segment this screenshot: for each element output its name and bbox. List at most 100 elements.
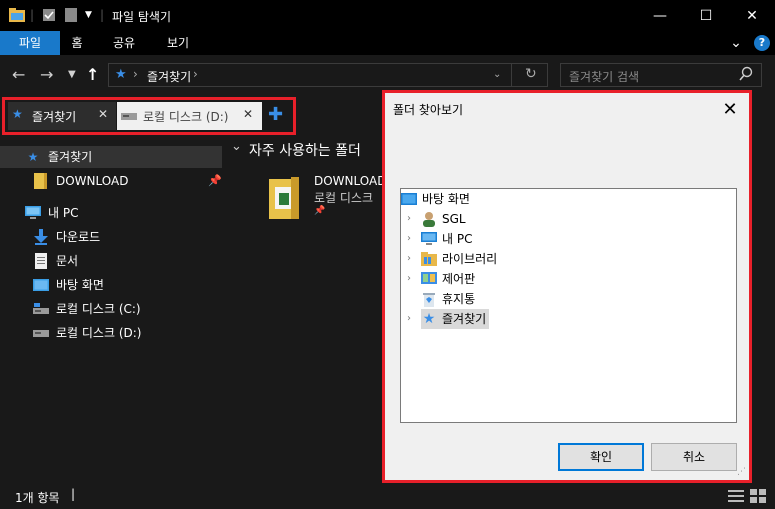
nav-item-label: DOWNLOAD [56, 174, 129, 188]
title-bar: | ▼ | 파일 탐색기 — ☐ ✕ [0, 0, 775, 31]
download-icon [32, 228, 50, 246]
folder-icon [269, 177, 299, 222]
expand-chevron-icon[interactable]: › [403, 249, 415, 269]
tab-share[interactable]: 공유 [106, 31, 142, 55]
recent-locations-chevron-icon[interactable]: ▼ [68, 69, 76, 80]
nav-item-download-folder[interactable]: DOWNLOAD 📌 [32, 170, 222, 192]
tree-item-desktop[interactable]: 바탕 화면 [401, 189, 470, 209]
library-icon [421, 251, 437, 267]
tree-item-recycle-bin[interactable]: 휴지통 [421, 289, 475, 309]
tree-item-label: 제어판 [442, 272, 476, 286]
status-bar: 1개 항목 | [0, 485, 775, 509]
tree-item-label: 바탕 화면 [422, 192, 470, 206]
pc-icon [24, 204, 42, 222]
new-folder-icon[interactable] [65, 8, 77, 25]
customize-qa-icon[interactable]: ▼ [85, 10, 92, 20]
search-icon[interactable] [739, 66, 753, 85]
expand-chevron-icon[interactable]: › [403, 209, 415, 229]
nav-item-downloads[interactable]: 다운로드 [32, 226, 100, 248]
nav-item-label: 바탕 화면 [56, 278, 104, 292]
divider: | [100, 8, 105, 22]
expand-chevron-icon[interactable]: › [403, 269, 415, 289]
desktop-icon [401, 191, 417, 207]
desktop-icon [32, 276, 50, 294]
frequent-folder-download[interactable]: DOWNLOAD 로컬 디스크 📌 [269, 174, 389, 225]
drive-icon [32, 324, 50, 342]
maximize-button[interactable]: ☐ [683, 0, 729, 31]
tree-item-favorites[interactable]: › ★ 즐겨찾기 [403, 309, 490, 329]
nav-item-desktop[interactable]: 바탕 화면 [32, 274, 104, 296]
details-view-icon[interactable] [728, 490, 744, 505]
nav-item-label: 즐겨찾기 [48, 150, 93, 164]
star-icon: ★ [115, 67, 127, 82]
pin-icon: 📌 [314, 206, 326, 216]
folder-location: 로컬 디스크 [314, 191, 374, 205]
expand-chevron-icon[interactable]: › [403, 229, 415, 249]
refresh-icon[interactable]: ↻ [525, 66, 537, 82]
section-chevron-icon[interactable]: ⌄ [231, 139, 242, 154]
properties-icon[interactable] [42, 8, 56, 25]
address-dropdown-icon[interactable]: ⌄ [493, 69, 501, 80]
divider [511, 64, 512, 86]
window-title: 파일 탐색기 [112, 10, 172, 24]
large-icons-view-icon[interactable] [750, 489, 766, 506]
tree-item-this-pc[interactable]: › 내 PC [403, 229, 472, 249]
tree-item-label: 즐겨찾기 [442, 312, 487, 326]
dialog-title: 폴더 찾아보기 [393, 103, 464, 117]
search-input[interactable]: 즐겨찾기 검색 [560, 63, 762, 87]
nav-item-documents[interactable]: 문서 [32, 250, 78, 272]
folder-tree[interactable]: 바탕 화면 › SGL › 내 PC › 라이브러리 › 제어판 휴지통 › ★… [400, 188, 737, 423]
tree-item-selected[interactable]: ★ 즐겨찾기 [421, 309, 490, 329]
address-bar[interactable]: ★ › 즐겨찾기 › ⌄ ↻ [108, 63, 548, 87]
control-panel-icon [421, 271, 437, 287]
star-icon: ★ [422, 311, 436, 327]
user-icon [421, 211, 437, 227]
tree-item-control-panel[interactable]: › 제어판 [403, 269, 475, 289]
folder-name: DOWNLOAD [314, 174, 387, 188]
tab-home[interactable]: 홈 [62, 31, 92, 55]
close-button[interactable]: ✕ [729, 0, 775, 31]
path-separator: › [193, 67, 198, 81]
resize-grip-icon[interactable]: ⋰ [737, 467, 746, 477]
tree-item-label: 라이브러리 [442, 252, 498, 266]
back-arrow-icon[interactable]: ← [12, 65, 25, 84]
tree-item-sgl[interactable]: › SGL [403, 209, 466, 229]
search-placeholder: 즐겨찾기 검색 [569, 70, 640, 84]
star-icon: ★ [27, 150, 39, 164]
nav-item-local-disk-c[interactable]: 로컬 디스크 (C:) [32, 298, 141, 320]
minimize-button[interactable]: — [637, 0, 683, 31]
item-count: 1개 항목 [15, 491, 60, 505]
drive-icon [32, 300, 50, 318]
folder-app-icon [9, 8, 25, 25]
nav-item-label: 내 PC [48, 206, 79, 220]
ok-button[interactable]: 확인 [558, 443, 644, 471]
forward-arrow-icon[interactable]: → [40, 65, 53, 84]
help-icon[interactable]: ? [754, 35, 770, 51]
nav-item-label: 문서 [56, 254, 79, 268]
ribbon-tabs: 파일 홈 공유 보기 ⌄ ? [0, 31, 775, 55]
pc-icon [421, 231, 437, 247]
expand-chevron-icon[interactable]: › [403, 309, 415, 329]
tree-item-label: 휴지통 [442, 292, 476, 306]
path-segment[interactable]: 즐겨찾기 [147, 68, 191, 85]
tree-item-libraries[interactable]: › 라이브러리 [403, 249, 497, 269]
nav-item-this-pc[interactable]: 내 PC [24, 202, 78, 224]
cancel-button[interactable]: 취소 [651, 443, 737, 471]
recycle-bin-icon [421, 291, 437, 307]
nav-item-local-disk-d[interactable]: 로컬 디스크 (D:) [32, 322, 141, 344]
tab-view[interactable]: 보기 [160, 31, 196, 55]
up-arrow-icon[interactable]: ↑ [86, 65, 99, 84]
nav-item-favorites[interactable]: ★ 즐겨찾기 [0, 146, 222, 168]
ribbon-collapse-icon[interactable]: ⌄ [728, 31, 744, 55]
tab-file[interactable]: 파일 [0, 31, 60, 55]
nav-item-label: 로컬 디스크 (C:) [56, 302, 141, 316]
dialog-close-icon[interactable]: ✕ [717, 96, 743, 122]
divider: | [71, 487, 76, 501]
nav-item-label: 다운로드 [56, 230, 101, 244]
browse-folder-dialog: 폴더 찾아보기 ✕ 바탕 화면 › SGL › 내 PC › 라이브러리 › 제… [382, 90, 752, 483]
nav-item-label: 로컬 디스크 (D:) [56, 326, 142, 340]
navigation-pane: ★ 즐겨찾기 DOWNLOAD 📌 내 PC 다운로드 문서 바탕 화면 로컬 … [0, 135, 225, 485]
path-separator: › [133, 67, 138, 81]
divider: | [30, 8, 35, 22]
pin-icon[interactable]: 📌 [208, 170, 222, 192]
